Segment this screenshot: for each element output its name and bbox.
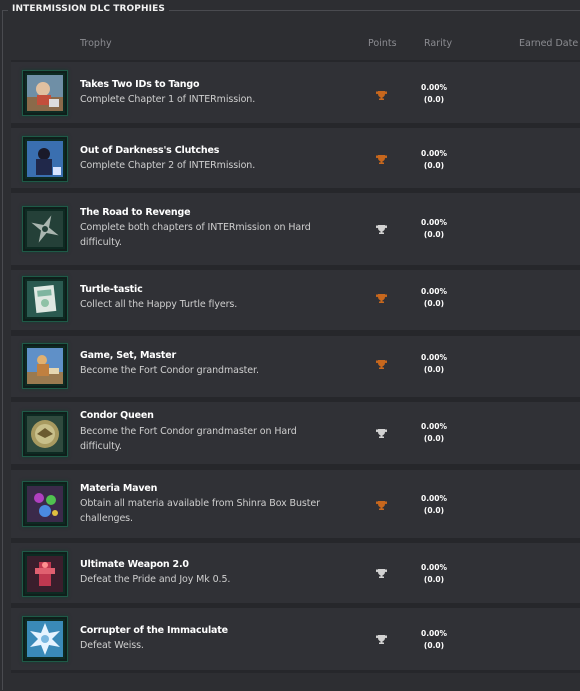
trophy-description: Defeat the Pride and Joy Mk 0.5. <box>80 574 231 585</box>
column-header-trophy[interactable]: Trophy <box>80 38 112 49</box>
bronze-trophy-icon <box>376 360 387 369</box>
trophy-row[interactable]: Materia Maven Obtain all materia availab… <box>11 470 580 538</box>
trophy-row[interactable]: Out of Darkness's Clutches Complete Chap… <box>11 128 580 188</box>
trophy-description: Obtain all materia available from Shinra… <box>80 498 320 524</box>
weiss-icon <box>22 616 68 662</box>
silver-trophy-icon <box>376 569 387 578</box>
silver-trophy-icon <box>376 429 387 438</box>
rarity-points: (0.0) <box>423 95 445 104</box>
trophy-name: Takes Two IDs to Tango <box>80 79 200 90</box>
rarity-percent: 0.00% <box>420 218 448 227</box>
rarity-points: (0.0) <box>423 641 445 650</box>
yuffie-chapter1-icon <box>22 70 68 116</box>
trophy-name: Game, Set, Master <box>80 350 176 361</box>
trophy-row[interactable]: Condor Queen Become the Fort Condor gran… <box>11 402 580 464</box>
trophy-section: INTERMISSION DLC TROPHIES Trophy Points … <box>0 0 580 691</box>
trophy-row[interactable]: Takes Two IDs to Tango Complete Chapter … <box>11 62 580 123</box>
rarity-points: (0.0) <box>423 434 445 443</box>
shuriken-icon <box>22 206 68 252</box>
trophy-row[interactable]: The Road to Revenge Complete both chapte… <box>11 193 580 265</box>
section-title: INTERMISSION DLC TROPHIES <box>8 4 169 14</box>
trophy-name: Materia Maven <box>80 483 158 494</box>
trophy-description: Complete Chapter 2 of INTERmission. <box>80 160 256 171</box>
rarity-percent: 0.00% <box>420 353 448 362</box>
trophy-description: Defeat Weiss. <box>80 640 144 651</box>
column-header-rarity[interactable]: Rarity <box>424 38 452 49</box>
fort-condor-icon <box>22 343 68 389</box>
trophy-row[interactable]: Corrupter of the Immaculate Defeat Weiss… <box>11 608 580 670</box>
trophy-description: Become the Fort Condor grandmaster on Ha… <box>80 426 297 452</box>
trophy-name: Out of Darkness's Clutches <box>80 145 220 156</box>
rarity-points: (0.0) <box>423 575 445 584</box>
materia-icon <box>22 481 68 527</box>
condor-medal-icon <box>22 411 68 457</box>
column-header-earned-date[interactable]: Earned Date <box>519 38 578 49</box>
trophy-row[interactable]: Turtle-tastic Collect all the Happy Turt… <box>11 270 580 330</box>
bronze-trophy-icon <box>376 155 387 164</box>
trophy-description: Complete both chapters of INTERmission o… <box>80 222 311 248</box>
rarity-percent: 0.00% <box>420 149 448 158</box>
rarity-percent: 0.00% <box>420 629 448 638</box>
trophy-name: Turtle-tastic <box>80 284 143 295</box>
trophy-description: Collect all the Happy Turtle flyers. <box>80 299 238 310</box>
rarity-percent: 0.00% <box>420 494 448 503</box>
rarity-percent: 0.00% <box>420 563 448 572</box>
rarity-percent: 0.00% <box>420 287 448 296</box>
rarity-percent: 0.00% <box>420 422 448 431</box>
trophy-row[interactable]: Game, Set, Master Become the Fort Condor… <box>11 336 580 397</box>
bronze-trophy-icon <box>376 294 387 303</box>
trophy-name: The Road to Revenge <box>80 207 191 218</box>
rarity-points: (0.0) <box>423 230 445 239</box>
silver-trophy-icon <box>376 635 387 644</box>
silver-trophy-icon <box>376 225 387 234</box>
trophy-name: Ultimate Weapon 2.0 <box>80 559 189 570</box>
trophy-name: Condor Queen <box>80 410 154 421</box>
yuffie-chapter2-icon <box>22 136 68 182</box>
bronze-trophy-icon <box>376 91 387 100</box>
rarity-points: (0.0) <box>423 299 445 308</box>
rarity-percent: 0.00% <box>420 83 448 92</box>
pride-and-joy-icon <box>22 551 68 597</box>
trophy-name: Corrupter of the Immaculate <box>80 625 228 636</box>
trophy-description: Become the Fort Condor grandmaster. <box>80 365 259 376</box>
bronze-trophy-icon <box>376 501 387 510</box>
rarity-points: (0.0) <box>423 506 445 515</box>
rarity-points: (0.0) <box>423 365 445 374</box>
rarity-points: (0.0) <box>423 161 445 170</box>
turtle-flyer-icon <box>22 276 68 322</box>
trophy-description: Complete Chapter 1 of INTERmission. <box>80 94 256 105</box>
column-header-points[interactable]: Points <box>368 38 397 49</box>
trophy-row[interactable]: Ultimate Weapon 2.0 Defeat the Pride and… <box>11 543 580 603</box>
